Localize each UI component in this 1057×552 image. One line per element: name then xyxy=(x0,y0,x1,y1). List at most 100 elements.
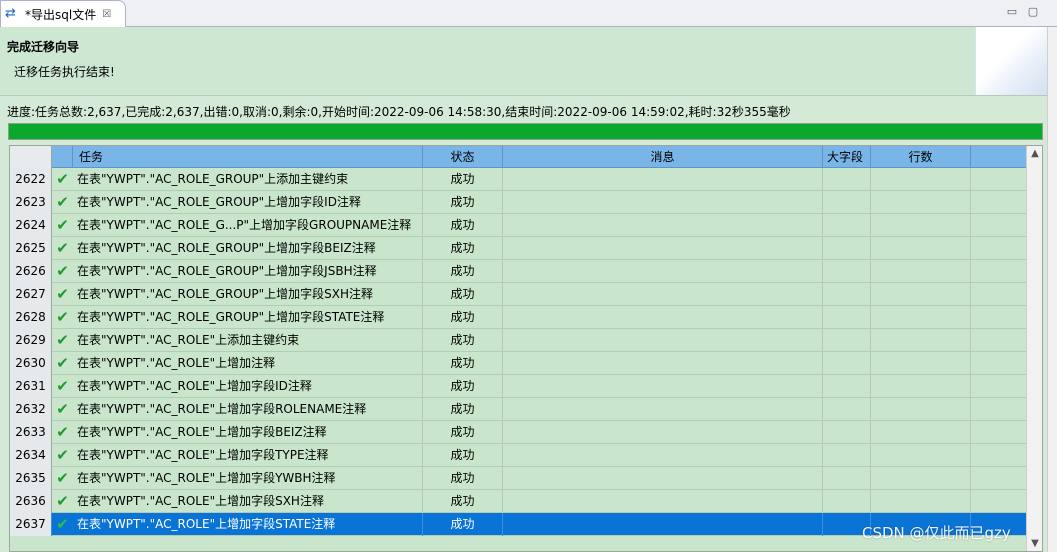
table-row[interactable]: 2626 ✔ 在表"YWPT"."AC_ROLE_GROUP"上增加字段JSBH注释… xyxy=(10,260,1026,283)
check-icon: ✔ xyxy=(56,331,69,349)
header-rows[interactable]: 行数 xyxy=(871,146,971,168)
status-cell: 成功 xyxy=(423,214,503,237)
task-cell: 在表"YWPT"."AC_ROLE_GROUP"上增加字段BEIZ注释 xyxy=(73,237,423,260)
table-row[interactable]: 2628 ✔ 在表"YWPT"."AC_ROLE_GROUP"上增加字段STATE注… xyxy=(10,306,1026,329)
row-number: 2626 xyxy=(10,260,52,283)
minimize-icon[interactable]: ▭ xyxy=(1005,5,1019,19)
migration-progress-panel: 进度:任务总数:2,637,已完成:2,637,出错:0,取消:0,剩余:0,开… xyxy=(0,96,1047,552)
status-cell: 成功 xyxy=(423,375,503,398)
table-row[interactable]: 2634 ✔ 在表"YWPT"."AC_ROLE"上增加字段TYPE注释 成功 xyxy=(10,444,1026,467)
row-number: 2629 xyxy=(10,329,52,352)
task-cell: 在表"YWPT"."AC_ROLE"上增加字段ROLENAME注释 xyxy=(73,398,423,421)
window-edge xyxy=(1047,27,1057,552)
scroll-down-icon[interactable]: ▼ xyxy=(1027,538,1042,549)
check-icon: ✔ xyxy=(56,515,69,533)
status-cell: 成功 xyxy=(423,352,503,375)
message-cell xyxy=(503,168,823,191)
table-row[interactable]: 2629 ✔ 在表"YWPT"."AC_ROLE"上添加主键约束 成功 xyxy=(10,329,1026,352)
task-cell: 在表"YWPT"."AC_ROLE_GROUP"上添加主键约束 xyxy=(73,168,423,191)
progress-summary: 进度:任务总数:2,637,已完成:2,637,出错:0,取消:0,剩余:0,开… xyxy=(7,105,791,119)
header-message[interactable]: 消息 xyxy=(503,146,823,168)
rows-cell xyxy=(871,375,971,398)
table-row[interactable]: 2633 ✔ 在表"YWPT"."AC_ROLE"上增加字段BEIZ注释 成功 xyxy=(10,421,1026,444)
bigfield-cell xyxy=(823,352,871,375)
rows-cell xyxy=(871,260,971,283)
table-row[interactable]: 2623 ✔ 在表"YWPT"."AC_ROLE_GROUP"上增加字段ID注释 成功 xyxy=(10,191,1026,214)
table-row[interactable]: 2622 ✔ 在表"YWPT"."AC_ROLE_GROUP"上添加主键约束 成功 xyxy=(10,168,1026,191)
bigfield-cell xyxy=(823,260,871,283)
status-cell: 成功 xyxy=(423,260,503,283)
status-cell: 成功 xyxy=(423,237,503,260)
message-cell xyxy=(503,214,823,237)
bigfield-cell xyxy=(823,444,871,467)
rows-cell xyxy=(871,191,971,214)
row-number: 2634 xyxy=(10,444,52,467)
progress-bar xyxy=(8,123,1043,140)
watermark: CSDN @仅此而已gzy xyxy=(862,524,1011,542)
check-icon: ✔ xyxy=(56,193,69,211)
task-cell: 在表"YWPT"."AC_ROLE_GROUP"上增加字段JSBH注释 xyxy=(73,260,423,283)
task-cell: 在表"YWPT"."AC_ROLE"上增加字段TYPE注释 xyxy=(73,444,423,467)
row-number: 2636 xyxy=(10,490,52,513)
check-icon: ✔ xyxy=(56,239,69,257)
bigfield-cell xyxy=(823,329,871,352)
task-cell: 在表"YWPT"."AC_ROLE"上增加字段SXH注释 xyxy=(73,490,423,513)
rows-cell xyxy=(871,398,971,421)
task-cell: 在表"YWPT"."AC_ROLE"上增加字段STATE注释 xyxy=(73,513,423,536)
task-cell: 在表"YWPT"."AC_ROLE_G...P"上增加字段GROUPNAME注释 xyxy=(73,214,423,237)
maximize-icon[interactable]: ▢ xyxy=(1026,5,1040,19)
bigfield-cell xyxy=(823,421,871,444)
bigfield-cell xyxy=(823,214,871,237)
table-row[interactable]: 2631 ✔ 在表"YWPT"."AC_ROLE"上增加字段ID注释 成功 xyxy=(10,375,1026,398)
table-row[interactable]: 2632 ✔ 在表"YWPT"."AC_ROLE"上增加字段ROLENAME注释 成功 xyxy=(10,398,1026,421)
rows-cell xyxy=(871,421,971,444)
task-cell: 在表"YWPT"."AC_ROLE"上增加字段YWBH注释 xyxy=(73,467,423,490)
close-icon[interactable]: ☒ xyxy=(102,9,111,20)
table-row[interactable]: 2624 ✔ 在表"YWPT"."AC_ROLE_G...P"上增加字段GROUPN… xyxy=(10,214,1026,237)
filler-cell xyxy=(971,490,1026,513)
table-row[interactable]: 2630 ✔ 在表"YWPT"."AC_ROLE"上增加注释 成功 xyxy=(10,352,1026,375)
table-row[interactable]: 2635 ✔ 在表"YWPT"."AC_ROLE"上增加字段YWBH注释 成功 xyxy=(10,467,1026,490)
table-row[interactable]: 2627 ✔ 在表"YWPT"."AC_ROLE_GROUP"上增加字段SXH注释成… xyxy=(10,283,1026,306)
rows-cell xyxy=(871,283,971,306)
status-cell: 成功 xyxy=(423,444,503,467)
filler-cell xyxy=(971,237,1026,260)
row-number: 2628 xyxy=(10,306,52,329)
task-cell: 在表"YWPT"."AC_ROLE"上添加主键约束 xyxy=(73,329,423,352)
tab-export-sql[interactable]: ⇄ *导出sql文件 ☒ xyxy=(0,0,126,27)
rows-cell xyxy=(871,467,971,490)
table-header: 任务 状态 消息 大字段 行数 xyxy=(10,146,1026,168)
filler-cell xyxy=(971,421,1026,444)
status-cell: 成功 xyxy=(423,398,503,421)
rows-cell xyxy=(871,237,971,260)
progress-bar-fill xyxy=(9,124,1042,139)
row-number: 2632 xyxy=(10,398,52,421)
table-scrollbar[interactable]: ▲ ▼ xyxy=(1026,146,1042,551)
wizard-banner-image xyxy=(975,27,1047,95)
header-task[interactable]: 任务 xyxy=(73,146,423,168)
filler-cell xyxy=(971,168,1026,191)
rows-cell xyxy=(871,444,971,467)
task-cell: 在表"YWPT"."AC_ROLE_GROUP"上增加字段ID注释 xyxy=(73,191,423,214)
message-cell xyxy=(503,375,823,398)
header-bigfield[interactable]: 大字段 xyxy=(823,146,871,168)
header-filler xyxy=(971,146,1026,168)
table-row[interactable]: 2636 ✔ 在表"YWPT"."AC_ROLE"上增加字段SXH注释 成功 xyxy=(10,490,1026,513)
task-cell: 在表"YWPT"."AC_ROLE"上增加字段BEIZ注释 xyxy=(73,421,423,444)
task-cell: 在表"YWPT"."AC_ROLE_GROUP"上增加字段SXH注释 xyxy=(73,283,423,306)
filler-cell xyxy=(971,283,1026,306)
rows-cell xyxy=(871,329,971,352)
header-status[interactable]: 状态 xyxy=(423,146,503,168)
table-row[interactable]: 2625 ✔ 在表"YWPT"."AC_ROLE_GROUP"上增加字段BEIZ注释… xyxy=(10,237,1026,260)
filler-cell xyxy=(971,375,1026,398)
bigfield-cell xyxy=(823,375,871,398)
bigfield-cell xyxy=(823,237,871,260)
row-number: 2630 xyxy=(10,352,52,375)
filler-cell xyxy=(971,260,1026,283)
task-cell: 在表"YWPT"."AC_ROLE"上增加字段ID注释 xyxy=(73,375,423,398)
task-table: 任务 状态 消息 大字段 行数 2622 ✔ 在表"YWPT"."AC_ROLE_G… xyxy=(9,145,1043,552)
message-cell xyxy=(503,444,823,467)
status-cell: 成功 xyxy=(423,467,503,490)
message-cell xyxy=(503,513,823,536)
scroll-up-icon[interactable]: ▲ xyxy=(1027,148,1042,159)
